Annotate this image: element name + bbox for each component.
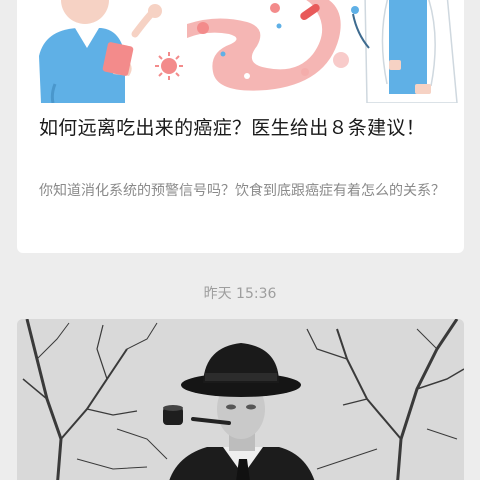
digestive-health-illustration: [17, 0, 464, 103]
message-timestamp: 昨天 15:36: [203, 286, 277, 302]
article-title[interactable]: 如何远离吃出来的癌症？医生给出８条建议！: [39, 114, 445, 142]
article-card-2[interactable]: [17, 319, 464, 480]
article-cover-illustration[interactable]: [17, 0, 464, 103]
article-digest: 你知道消化系统的预警信号吗？饮食到底跟癌症有着怎么的关系？: [39, 183, 445, 199]
message-feed: 如何远离吃出来的癌症？医生给出８条建议！ 你知道消化系统的预警信号吗？饮食到底跟…: [0, 0, 480, 480]
article-card[interactable]: 如何远离吃出来的癌症？医生给出８条建议！ 你知道消化系统的预警信号吗？饮食到底跟…: [17, 0, 464, 253]
doctor-figure-right: [351, 0, 458, 103]
black-and-white-portrait-photo: [17, 319, 464, 480]
